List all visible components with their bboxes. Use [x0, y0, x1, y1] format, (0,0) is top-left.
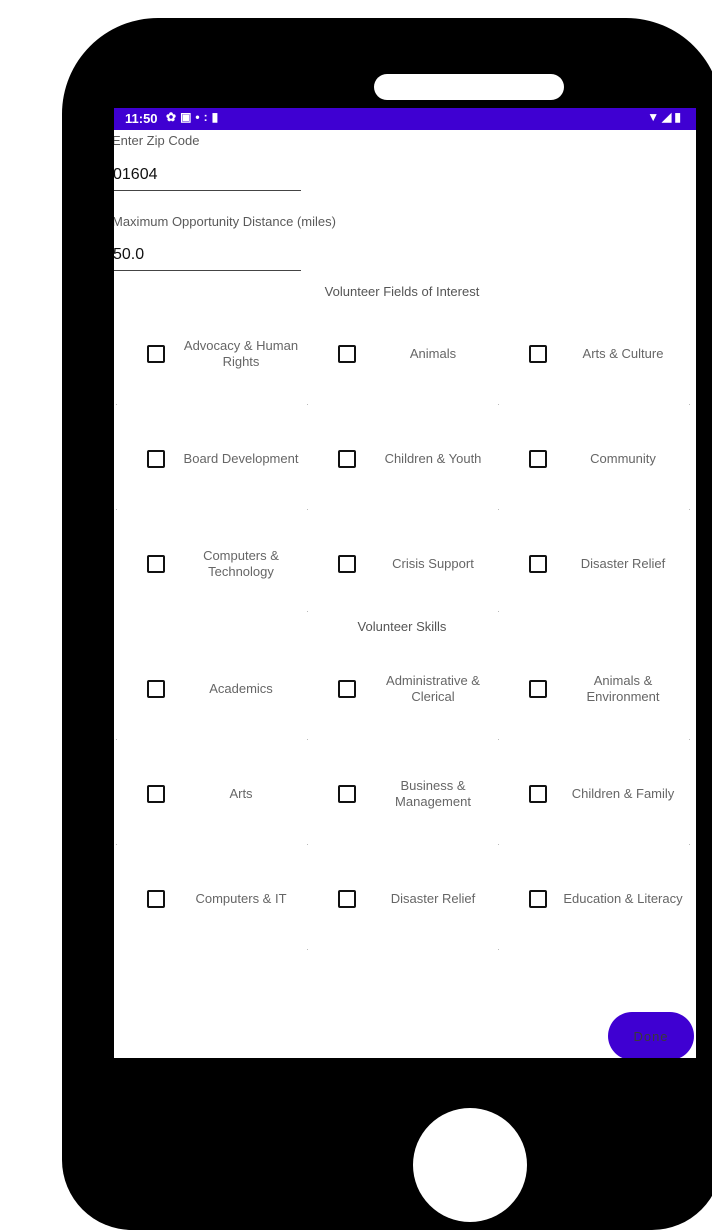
checkbox-business-management[interactable] [338, 785, 356, 803]
checkbox-animals[interactable] [338, 345, 356, 363]
option-label-advocacy: Advocacy & Human Rights [183, 338, 299, 369]
grid-dot [498, 739, 499, 740]
distance-input[interactable]: 50.0 [114, 246, 144, 264]
option-label-board-development: Board Development [183, 451, 299, 466]
grid-dot [307, 949, 308, 950]
zip-input[interactable]: 01604 [114, 166, 158, 184]
checkbox-arts[interactable] [147, 785, 165, 803]
fields-title: Volunteer Fields of Interest [324, 284, 480, 299]
grid-dot [116, 509, 117, 510]
grid-dot [689, 844, 690, 845]
grid-dot [307, 404, 308, 405]
option-label-administrative: Administrative & Clerical [386, 673, 480, 704]
checkbox-computers-it[interactable] [147, 890, 165, 908]
checkbox-community[interactable] [529, 450, 547, 468]
zip-label: Enter Zip Code [114, 133, 200, 148]
grid-dot [307, 739, 308, 740]
grid-dot [307, 611, 308, 612]
grid-dot [689, 404, 690, 405]
option-label-children-family: Children & Family [571, 786, 675, 801]
checkbox-crisis-support[interactable] [338, 555, 356, 573]
distance-underline [114, 270, 301, 271]
checkbox-disaster-relief-field[interactable] [529, 555, 547, 573]
grid-dot [116, 404, 117, 405]
checkbox-administrative[interactable] [338, 680, 356, 698]
grid-dot [307, 844, 308, 845]
done-button[interactable]: Done [608, 1012, 694, 1058]
signal-icon: ◢ [662, 110, 675, 124]
grid-dot [116, 739, 117, 740]
image-icon: ▣ [180, 110, 196, 124]
sd-card-icon: ▮ [211, 110, 223, 124]
distance-label: Maximum Opportunity Distance (miles) [114, 214, 336, 229]
phone-speaker [374, 74, 564, 100]
zip-underline [114, 190, 301, 191]
option-label-disaster-relief-skill: Disaster Relief [390, 891, 476, 906]
option-label-animals-environment: Animals & Environment [586, 673, 660, 704]
option-label-disaster-relief-field: Disaster Relief [580, 556, 666, 571]
status-right-icons: ▼◢▮ [647, 110, 684, 124]
checkbox-advocacy[interactable] [147, 345, 165, 363]
option-label-arts-culture: Arts & Culture [582, 346, 664, 361]
option-label-academics: Academics [209, 681, 273, 696]
status-time: 11:50 [125, 111, 158, 126]
option-label-business-management: Business & Management [395, 778, 471, 809]
skills-title: Volunteer Skills [357, 619, 447, 634]
checkbox-disaster-relief-skill[interactable] [338, 890, 356, 908]
status-left-icons: ✿▣•:▮ [166, 110, 222, 124]
checkbox-education-literacy[interactable] [529, 890, 547, 908]
status-bar: 11:50 ✿▣•:▮ ▼◢▮ [114, 108, 696, 130]
grid-dot [307, 509, 308, 510]
checkbox-board-development[interactable] [147, 450, 165, 468]
wifi-icon: ▼ [647, 110, 663, 124]
grid-dot [498, 611, 499, 612]
gear-icon: ✿ [166, 110, 181, 124]
grid-dot [116, 844, 117, 845]
dots-icon: •: [195, 110, 212, 124]
grid-dot [498, 844, 499, 845]
checkbox-animals-environment[interactable] [529, 680, 547, 698]
checkbox-academics[interactable] [147, 680, 165, 698]
checkbox-children-family[interactable] [529, 785, 547, 803]
option-label-community: Community [590, 451, 656, 466]
option-label-computers-technology: Computers & Technology [203, 548, 279, 579]
option-label-computers-it: Computers & IT [195, 891, 287, 906]
grid-dot [498, 949, 499, 950]
app-screen: 11:50 ✿▣•:▮ ▼◢▮ Enter Zip Code 01604 Max… [114, 108, 696, 1058]
grid-dot [498, 509, 499, 510]
option-label-crisis-support: Crisis Support [392, 556, 474, 571]
option-label-education-literacy: Education & Literacy [563, 891, 683, 906]
checkbox-computers-technology[interactable] [147, 555, 165, 573]
option-label-children-youth: Children & Youth [384, 451, 482, 466]
grid-dot [689, 509, 690, 510]
option-label-animals: Animals [409, 346, 457, 361]
grid-dot [498, 404, 499, 405]
battery-icon: ▮ [674, 110, 684, 124]
checkbox-children-youth[interactable] [338, 450, 356, 468]
home-button[interactable] [413, 1108, 527, 1222]
grid-dot [689, 739, 690, 740]
option-label-arts: Arts [229, 786, 253, 801]
checkbox-arts-culture[interactable] [529, 345, 547, 363]
